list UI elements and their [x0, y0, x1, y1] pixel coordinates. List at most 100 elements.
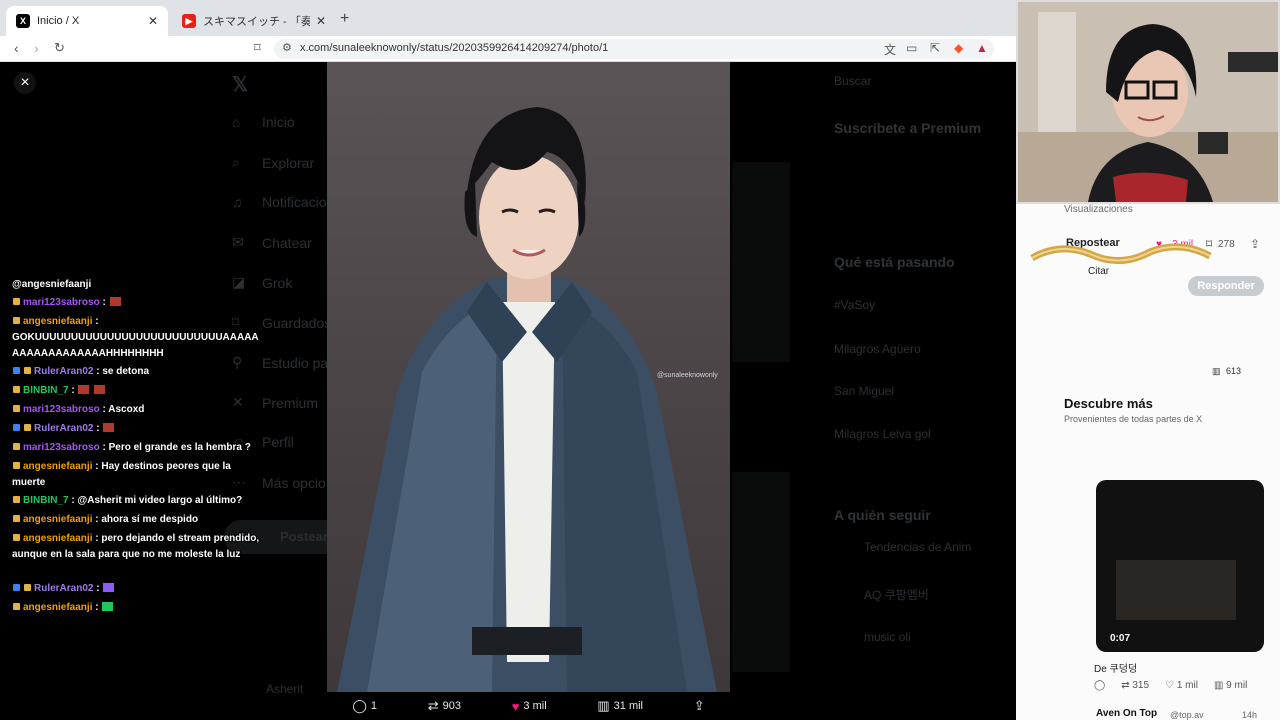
- emote-icon: [108, 296, 122, 307]
- share-icon[interactable]: ⇪: [1250, 237, 1260, 251]
- streamer-webcam: [1016, 0, 1280, 204]
- media-action-bar: ◯ 1 ⇄ 903 ♥ 3 mil ▥ 31 mil ⇪: [327, 692, 730, 720]
- chat-user: RulerAran02: [34, 583, 94, 594]
- emote-icon: [102, 582, 116, 593]
- views-count-small: 613: [1226, 366, 1242, 376]
- dragon-decoration: [1030, 243, 1212, 265]
- sub-badge-icon: [12, 297, 21, 306]
- chat-message: @angesniefaanji: [12, 277, 264, 293]
- share-icon[interactable]: ⇱: [930, 41, 940, 55]
- reply-icon: ◯: [352, 698, 367, 713]
- tab-title: スキマスイッチ - 「奏（かなで）」Music V: [203, 16, 310, 28]
- chat-text: se detona: [102, 366, 150, 377]
- views-button[interactable]: ▥ 31 mil: [597, 698, 643, 714]
- nav-item-chat: ✉ Chatear: [232, 234, 312, 251]
- brave-shield-icon[interactable]: ◆: [954, 41, 963, 55]
- back-icon[interactable]: ‹: [14, 40, 19, 56]
- chat-user: RulerAran02: [34, 423, 94, 434]
- who-to-follow-title: A quién seguir: [834, 507, 931, 523]
- sub-badge-icon: [23, 366, 32, 375]
- views-count: 31 mil: [613, 700, 643, 712]
- bottom-post-time: 14h: [1242, 710, 1258, 720]
- repost-stat[interactable]: ⇄ 315: [1121, 680, 1149, 691]
- chat-user: angesniefaanji: [23, 602, 93, 613]
- close-tab-icon[interactable]: ✕: [316, 14, 326, 28]
- chat-user: @angesniefaanji: [12, 279, 92, 290]
- nav-label: Notificacio: [262, 194, 327, 210]
- close-viewer-button[interactable]: ×: [14, 72, 36, 94]
- tweet-photo[interactable]: @sunaleeknowonly: [327, 62, 730, 692]
- youtube-icon: ▶: [182, 14, 196, 28]
- video-duration: 0:07: [1110, 633, 1131, 644]
- tab-youtube[interactable]: ▶ スキマスイッチ - 「奏（かなで）」Music V ✕: [172, 6, 336, 36]
- sub-badge-icon: [12, 533, 21, 542]
- video-frame: [1116, 560, 1236, 620]
- site-info-icon[interactable]: ⚙: [282, 41, 292, 54]
- translate-icon[interactable]: 文: [884, 41, 896, 58]
- views-stat[interactable]: ▥ 9 mil: [1214, 680, 1247, 691]
- mod-badge-icon: [12, 583, 21, 592]
- photo-watermark: @sunaleeknowonly: [657, 372, 718, 379]
- heart-icon: ♥: [511, 698, 520, 714]
- tab-title: Inicio / X: [37, 15, 80, 27]
- chat-message: mari123sabroso : Pero el grande es la he…: [12, 440, 264, 456]
- like-button[interactable]: ♥ 3 mil: [512, 699, 547, 714]
- reply-button[interactable]: ◯ 1: [352, 698, 377, 714]
- trending-title: Qué está pasando: [834, 254, 955, 270]
- sub-badge-icon: [12, 316, 21, 325]
- nav-label: Inicio: [262, 114, 295, 130]
- repost-button[interactable]: ⇄ 903: [428, 698, 461, 714]
- home-icon: ⌂: [232, 114, 241, 130]
- tab-inicio[interactable]: X Inicio / X ✕: [6, 6, 168, 36]
- x-logo-icon: 𝕏: [232, 74, 249, 96]
- nav-label: Perfil: [262, 434, 294, 450]
- new-tab-button[interactable]: +: [340, 10, 349, 28]
- forward-icon[interactable]: ›: [34, 40, 39, 56]
- follow-suggestion: Tendencias de Anim: [864, 540, 972, 554]
- sub-badge-icon: [23, 423, 32, 432]
- repost-count: 903: [442, 700, 461, 712]
- trend-item: Milagros Agüero: [834, 342, 921, 356]
- chat-message: mari123sabroso : Ascoxd: [12, 402, 264, 418]
- chat-message: RulerAran02 :: [12, 421, 264, 437]
- reply-icon[interactable]: ◯: [1094, 680, 1105, 691]
- sub-badge-icon: [12, 461, 21, 470]
- search-box: Buscar: [834, 74, 872, 88]
- share-icon: ⇪: [693, 698, 705, 713]
- mail-icon: ✉: [232, 234, 244, 250]
- sub-badge-icon: [12, 404, 21, 413]
- sub-badge-icon: [12, 385, 21, 394]
- video-thumbnail[interactable]: 0:07: [1096, 480, 1264, 652]
- bookmark-icon[interactable]: ⌑: [254, 40, 261, 56]
- url-text: x.com/sunaleeknowonly/status/20203599264…: [300, 42, 609, 54]
- like-stat[interactable]: ♡ 1 mil: [1165, 680, 1198, 691]
- bottom-user: Asherit: [266, 682, 304, 696]
- nav-item-home: ⌂ Inicio: [232, 114, 295, 130]
- reply-button[interactable]: Responder: [1188, 276, 1264, 296]
- chat-text: ahora sí me despido: [101, 514, 199, 525]
- chat-message: angesniefaanji : ahora sí me despido: [12, 512, 264, 528]
- cast-icon[interactable]: ▭: [906, 41, 917, 55]
- nav-label: Grok: [262, 274, 293, 291]
- reload-icon[interactable]: ↻: [54, 40, 65, 56]
- chat-user: mari123sabroso: [23, 297, 100, 308]
- rewards-icon[interactable]: ▲: [976, 41, 988, 55]
- mod-badge-icon: [12, 423, 21, 432]
- nav-label: Explorar: [262, 154, 315, 171]
- nav-label: Guardados: [262, 314, 332, 331]
- share-button[interactable]: ⇪: [694, 698, 705, 714]
- chat-user: mari123sabroso: [23, 404, 100, 415]
- video-attribution: De 쿠덩덩: [1094, 664, 1138, 675]
- chat-user: angesniefaanji: [23, 316, 93, 327]
- post-stats-row: ◯ ⇄ 315 ♡ 1 mil ▥ 9 mil: [1094, 680, 1247, 691]
- sub-badge-icon: [12, 514, 21, 523]
- sub-badge-icon: [12, 602, 21, 611]
- chat-text: GOKUUUUUUUUUUUUUUUUUUUUUUUUUUAAAAAAAAAAA…: [12, 332, 259, 359]
- nav-item-notifications: ♫ Notificacio: [232, 194, 327, 210]
- bell-icon: ♫: [232, 194, 243, 210]
- close-tab-icon[interactable]: ✕: [148, 14, 158, 28]
- nav-label: Estudio pa: [262, 354, 329, 371]
- webcam-illustration: [1018, 2, 1278, 202]
- chat-user: angesniefaanji: [23, 514, 93, 525]
- chat-user: angesniefaanji: [23, 461, 93, 472]
